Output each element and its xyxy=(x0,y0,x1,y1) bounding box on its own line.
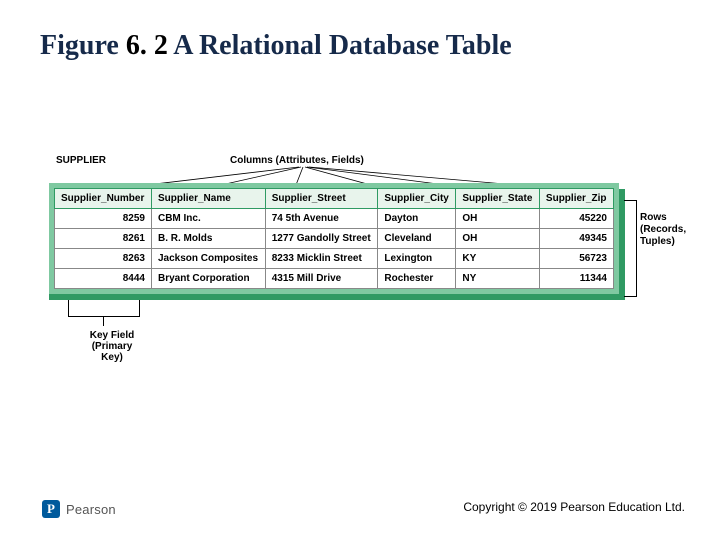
cell: CBM Inc. xyxy=(151,209,265,229)
cell: NY xyxy=(456,269,540,289)
cell: 49345 xyxy=(539,229,613,249)
rows-bracket xyxy=(624,200,637,297)
title-number: 6. 2 xyxy=(126,30,168,61)
rows-label: Rows (Records, Tuples) xyxy=(640,212,686,248)
cell: Bryant Corporation xyxy=(151,269,265,289)
cell: 8444 xyxy=(55,269,152,289)
col-supplier-state: Supplier_State xyxy=(456,189,540,209)
cell: Cleveland xyxy=(378,229,456,249)
cell: OH xyxy=(456,209,540,229)
logo-letter: P xyxy=(47,501,55,517)
table-body: 8259 CBM Inc. 74 5th Avenue Dayton OH 45… xyxy=(55,209,614,289)
title-prefix: Figure xyxy=(40,30,126,61)
cell: 45220 xyxy=(539,209,613,229)
figure-title: Figure 6. 2 A Relational Database Table xyxy=(40,30,680,62)
table-row: 8259 CBM Inc. 74 5th Avenue Dayton OH 45… xyxy=(55,209,614,229)
col-supplier-zip: Supplier_Zip xyxy=(539,189,613,209)
cell: 8263 xyxy=(55,249,152,269)
col-supplier-street: Supplier_Street xyxy=(265,189,378,209)
cell: 74 5th Avenue xyxy=(265,209,378,229)
cell: 11344 xyxy=(539,269,613,289)
title-text: A Relational Database Table xyxy=(168,30,512,61)
brand-name: Pearson xyxy=(66,502,116,517)
rows-label-line: Rows xyxy=(640,212,686,224)
cell: Lexington xyxy=(378,249,456,269)
col-supplier-number: Supplier_Number xyxy=(55,189,152,209)
supplier-table: Supplier_Number Supplier_Name Supplier_S… xyxy=(54,188,614,289)
key-bracket xyxy=(68,300,140,317)
table-header-row: Supplier_Number Supplier_Name Supplier_S… xyxy=(55,189,614,209)
publisher-logo: P Pearson xyxy=(42,500,116,518)
copyright-text: Copyright © 2019 Pearson Education Ltd. xyxy=(463,500,685,514)
cell: 8259 xyxy=(55,209,152,229)
col-supplier-city: Supplier_City xyxy=(378,189,456,209)
table-row: 8263 Jackson Composites 8233 Micklin Str… xyxy=(55,249,614,269)
table-head: Supplier_Number Supplier_Name Supplier_S… xyxy=(55,189,614,209)
cell: Jackson Composites xyxy=(151,249,265,269)
cell: 8233 Micklin Street xyxy=(265,249,378,269)
key-bracket-tail xyxy=(103,316,104,326)
cell: Rochester xyxy=(378,269,456,289)
pearson-icon: P xyxy=(42,500,60,518)
cell: Dayton xyxy=(378,209,456,229)
key-label: Key Field (Primary Key) xyxy=(82,330,142,363)
rows-label-line: Tuples) xyxy=(640,236,686,248)
cell: 8261 xyxy=(55,229,152,249)
cell: 1277 Gandolly Street xyxy=(265,229,378,249)
table-row: 8261 B. R. Molds 1277 Gandolly Street Cl… xyxy=(55,229,614,249)
cell: 56723 xyxy=(539,249,613,269)
table-row: 8444 Bryant Corporation 4315 Mill Drive … xyxy=(55,269,614,289)
key-label-line: Key Field xyxy=(82,330,142,341)
cell: OH xyxy=(456,229,540,249)
column-pointer-lines xyxy=(54,165,614,190)
key-label-line: (Primary Key) xyxy=(82,341,142,363)
cell: 4315 Mill Drive xyxy=(265,269,378,289)
cell: KY xyxy=(456,249,540,269)
col-supplier-name: Supplier_Name xyxy=(151,189,265,209)
rows-label-line: (Records, xyxy=(640,224,686,236)
cell: B. R. Molds xyxy=(151,229,265,249)
